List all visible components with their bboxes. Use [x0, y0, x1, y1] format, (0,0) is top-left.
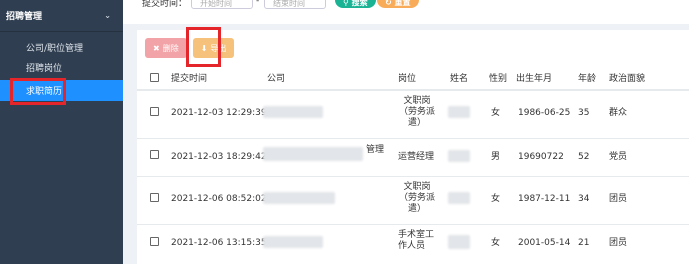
table-row[interactable]: 2021-12-03 18:29:42 管理 运营经理 男 19690722 5… [137, 138, 689, 176]
table-header: 提交时间 公司 岗位 姓名 性别 出生年月 年龄 政治面貌 [137, 68, 689, 90]
cell-politics: 群众 [609, 108, 628, 118]
cell-position: 文职岗 （劳务派 遣） [398, 96, 436, 129]
cell-time: 2021-12-03 12:29:39 [171, 108, 267, 118]
refresh-icon: ↻ [385, 0, 392, 7]
position-line: （劳务派 [398, 193, 435, 203]
table-row[interactable]: 2021-12-03 12:29:39 文职岗 （劳务派 遣） 女 1986-0… [137, 90, 689, 138]
header-politics[interactable]: 政治面貌 [609, 74, 645, 85]
end-date-input[interactable]: 结束时间 [264, 0, 326, 9]
start-date-placeholder: 开始时间 [200, 0, 232, 8]
redacted-name [448, 106, 470, 118]
date-separator: - [256, 0, 260, 6]
position-line: 作人员 [398, 241, 426, 251]
row-checkbox[interactable] [150, 107, 159, 116]
sidebar-item-jobs[interactable]: 招聘岗位 [0, 57, 123, 77]
header-birth[interactable]: 出生年月 [516, 74, 552, 85]
cell-time: 2021-12-06 13:15:35 [171, 238, 267, 248]
redacted-name [448, 192, 470, 204]
redacted-company [263, 236, 323, 248]
redacted-name [448, 235, 470, 249]
sidebar-item-label: 公司/职位管理 [26, 43, 84, 54]
chevron-down-icon: ⌄ [104, 11, 111, 20]
redacted-company [263, 192, 335, 204]
cell-politics: 团员 [609, 238, 628, 248]
download-icon: ⬇ [200, 43, 208, 53]
filter-label: 提交时间： [142, 0, 188, 9]
cell-gender: 女 [491, 108, 501, 118]
start-date-input[interactable]: 开始时间 [191, 0, 253, 9]
cell-politics: 党员 [609, 152, 628, 162]
cell-birth: 1987-12-11 [518, 194, 571, 204]
cell-birth: 2001-05-14 [518, 238, 571, 248]
resume-table: 提交时间 公司 岗位 姓名 性别 出生年月 年龄 政治面貌 2021-12-03… [137, 68, 689, 264]
menu-group-label: 招聘管理 [6, 12, 43, 22]
header-age[interactable]: 年龄 [578, 74, 596, 85]
header-gender[interactable]: 性别 [489, 74, 507, 85]
cell-company-suffix: 管理 [366, 145, 385, 155]
table-row[interactable]: 2021-12-06 13:15:35 手术室工 作人员 女 2001-05-1… [137, 224, 689, 264]
cell-politics: 团员 [609, 194, 628, 204]
position-line: 文职岗 [403, 96, 431, 106]
table-row[interactable]: 2021-12-06 08:52:02 文职岗 （劳务派 遣） 女 1987-1… [137, 176, 689, 224]
cell-gender: 女 [491, 238, 501, 248]
row-checkbox[interactable] [150, 193, 159, 202]
select-all-checkbox[interactable] [150, 73, 159, 82]
header-time[interactable]: 提交时间 [171, 74, 207, 85]
filter-bar: 提交时间： 开始时间 - 结束时间 ⚲ 搜索 ↻ 重置 [123, 0, 689, 24]
cell-position: 手术室工 作人员 [398, 230, 438, 252]
redacted-company [263, 106, 323, 118]
sidebar-item-label: 招聘岗位 [26, 63, 63, 74]
cell-gender: 男 [491, 152, 501, 162]
cell-position: 文职岗 （劳务派 遣） [398, 182, 436, 215]
search-button-label: 搜索 [351, 0, 368, 7]
cell-time: 2021-12-03 18:29:42 [171, 152, 267, 162]
search-button[interactable]: ⚲ 搜索 [335, 0, 376, 8]
cell-time: 2021-12-06 08:52:02 [171, 194, 267, 204]
delete-button-label: 删除 [162, 43, 179, 53]
cell-age: 35 [578, 108, 590, 118]
menu-group-recruitment[interactable]: 招聘管理 ⌄ [0, 0, 123, 32]
search-icon: ⚲ [343, 0, 349, 7]
position-line: 遣） [407, 118, 426, 128]
redacted-name [448, 150, 470, 162]
cell-gender: 女 [491, 194, 501, 204]
content-card: ✖ 删除 ⬇ 导出 提交时间 公司 岗位 姓名 性别 出生年月 年龄 政治面貌 … [137, 30, 689, 264]
row-checkbox[interactable] [150, 237, 159, 246]
header-position[interactable]: 岗位 [398, 74, 416, 85]
position-line: （劳务派 [398, 107, 435, 117]
cell-age: 21 [578, 238, 590, 248]
close-icon: ✖ [153, 43, 160, 53]
export-button[interactable]: ⬇ 导出 [192, 38, 235, 58]
redacted-company [263, 147, 363, 161]
header-company[interactable]: 公司 [267, 74, 285, 85]
export-button-label: 导出 [210, 43, 227, 53]
cell-age: 52 [578, 152, 590, 162]
end-date-placeholder: 结束时间 [273, 0, 305, 8]
position-line: 文职岗 [403, 182, 431, 192]
cell-age: 34 [578, 194, 590, 204]
reset-button-label: 重置 [394, 0, 411, 7]
row-checkbox[interactable] [150, 150, 159, 159]
submenu: 公司/职位管理 招聘岗位 求职简历 [0, 32, 123, 101]
sidebar: 招聘管理 ⌄ 公司/职位管理 招聘岗位 求职简历 [0, 0, 123, 264]
sidebar-item-label: 求职简历 [26, 87, 63, 97]
cell-birth: 19690722 [518, 152, 564, 162]
sidebar-item-resumes[interactable]: 求职简历 [0, 80, 123, 101]
sidebar-item-company-position[interactable]: 公司/职位管理 [0, 37, 123, 57]
position-line: 遣） [407, 204, 426, 214]
reset-button[interactable]: ↻ 重置 [377, 0, 419, 8]
cell-position: 运营经理 [398, 152, 435, 162]
header-name[interactable]: 姓名 [450, 74, 468, 85]
cell-birth: 1986-06-25 [518, 108, 571, 118]
toolbar: ✖ 删除 ⬇ 导出 [145, 38, 235, 60]
position-line: 手术室工 [398, 230, 435, 240]
delete-button[interactable]: ✖ 删除 [145, 38, 187, 58]
